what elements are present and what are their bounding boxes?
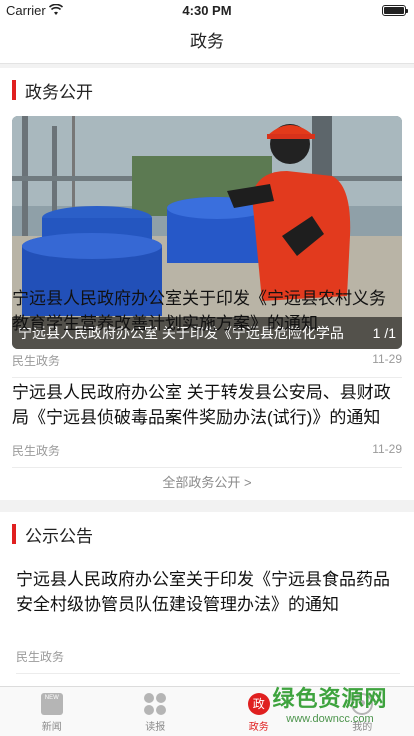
status-bar: Carrier 4:30 PM — [0, 0, 414, 20]
watermark-logo: 绿色资源网 — [272, 686, 388, 711]
list-item[interactable]: 宁远县人民政府办公室 关于转发县公安局、县财政局《宁远县侦破毒品案件奖励办法(试… — [12, 380, 402, 468]
clock: 4:30 PM — [182, 3, 232, 18]
accent-bar — [12, 524, 16, 544]
watermark: 绿色资源网 www.downcc.com — [260, 681, 400, 731]
all-public-affairs-link[interactable]: 全部政务公开 > — [0, 472, 414, 491]
news-title: 宁远县人民政府办公室 关于转发县公安局、县财政局《宁远县侦破毒品案件奖励办法(试… — [12, 383, 391, 427]
news-icon: NEW — [40, 693, 63, 715]
section-header: 政务公开 — [12, 80, 93, 102]
tab-read[interactable]: 读报 — [104, 687, 208, 736]
public-affairs-section: 政务公开 宁远县人民政府办公室 关于印发《宁远县危险化学品 1 /1 宁远县人民… — [0, 68, 414, 500]
news-category: 民生政务 — [12, 354, 61, 368]
list-item[interactable]: 宁远县人民政府办公室关于印发《宁远县农村义务教育学生营养改善计划实施方案》的通知… — [12, 286, 402, 378]
news-category: 民生政务 — [16, 650, 65, 664]
announcements-section: 公示公告 宁远县人民政府办公室关于印发《宁远县食品药品安全村级协管员队伍建设管理… — [0, 512, 414, 686]
tab-news[interactable]: NEW 新闻 — [0, 687, 104, 736]
tab-label: 读报 — [145, 722, 166, 733]
battery-icon — [382, 5, 408, 16]
news-category: 民生政务 — [12, 444, 61, 458]
news-date: 11-29 — [372, 442, 402, 456]
news-meta: 民生政务 — [16, 648, 400, 665]
news-title: 宁远县人民政府办公室关于印发《宁远县农村义务教育学生营养改善计划实施方案》的通知 — [12, 289, 386, 333]
read-icon — [144, 693, 167, 715]
news-title: 宁远县人民政府办公室关于印发《宁远县食品药品安全村级协管员队伍建设管理办法》的通… — [16, 570, 390, 614]
tab-label: 新闻 — [41, 722, 62, 733]
section-title: 政务公开 — [25, 82, 93, 102]
accent-bar — [12, 80, 16, 100]
list-item[interactable]: 宁远县人民政府办公室关于印发《宁远县食品药品安全村级协管员队伍建设管理办法》的通… — [16, 567, 400, 674]
section-title: 公示公告 — [25, 526, 93, 546]
watermark-url: www.downcc.com — [286, 713, 374, 725]
news-meta: 民生政务 11-29 — [12, 352, 402, 369]
news-meta: 民生政务 11-29 — [12, 442, 402, 459]
news-date: 11-29 — [372, 352, 402, 366]
nav-title: 政务 — [0, 20, 414, 64]
section-header: 公示公告 — [12, 524, 93, 546]
